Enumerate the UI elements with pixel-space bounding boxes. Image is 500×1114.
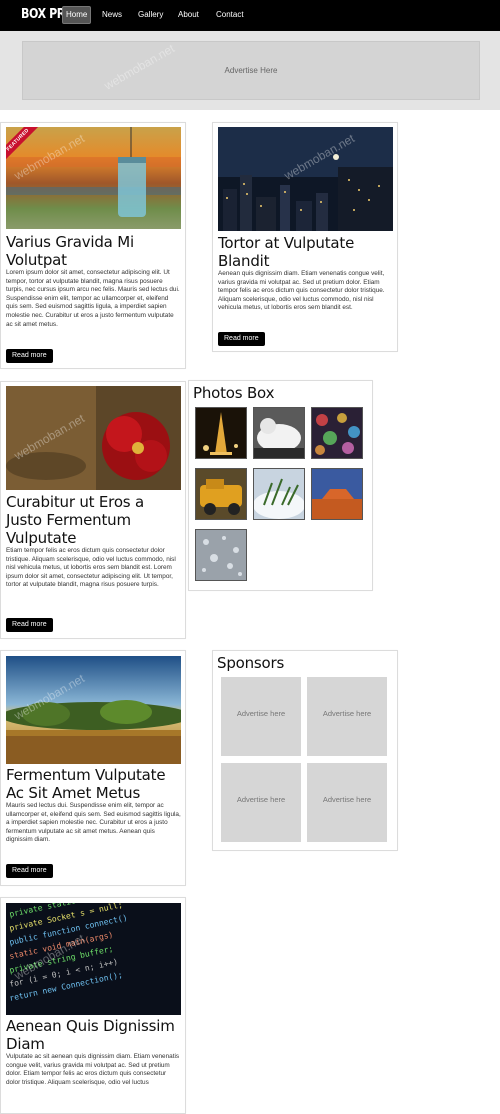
post-excerpt: Aenean quis dignissim diam. Etiam venena…: [218, 270, 385, 312]
post-excerpt: Mauris sed lectus dui. Suspendisse enim …: [6, 802, 181, 844]
glass-jar-photo: [6, 127, 181, 229]
sponsor-ad[interactable]: Advertise here: [307, 677, 387, 756]
post-title[interactable]: Curabitur ut Eros a Justo Fermentum Vulp…: [6, 493, 181, 547]
post-image[interactable]: FEATURED: [6, 127, 181, 229]
nav-item-about[interactable]: About: [178, 7, 199, 23]
post-card: Curabitur ut Eros a Justo Fermentum Vulp…: [0, 381, 186, 639]
old-truck-photo: [196, 469, 246, 519]
photo-thumbnail[interactable]: [253, 468, 305, 520]
read-more-button[interactable]: Read more: [6, 618, 53, 632]
photo-thumbnail[interactable]: [311, 407, 363, 459]
read-more-button[interactable]: Read more: [6, 349, 53, 363]
banner-ad[interactable]: Advertise Here: [22, 41, 480, 100]
nav-item-gallery[interactable]: Gallery: [138, 7, 163, 23]
post-excerpt: Etiam tempor felis ac eros dictum quis c…: [6, 547, 176, 589]
post-excerpt: Lorem ipsum dolor sit amet, consectetur …: [6, 269, 180, 328]
sponsor-ad[interactable]: Advertise here: [221, 763, 301, 842]
top-navigation-bar: BOX PRE Home News Gallery About Contact: [0, 0, 500, 31]
read-more-button[interactable]: Read more: [218, 332, 265, 346]
nav-item-news[interactable]: News: [102, 7, 122, 23]
photos-box-widget: Photos Box: [188, 380, 373, 591]
photo-thumbnail[interactable]: [195, 468, 247, 520]
night-city-photo: [218, 127, 393, 231]
widget-title: Photos Box: [193, 384, 275, 402]
nav-item-home[interactable]: Home: [62, 6, 92, 24]
widget-title: Sponsors: [217, 654, 285, 672]
snowy-grass-photo: [254, 469, 304, 519]
nav-item-contact[interactable]: Contact: [216, 7, 244, 23]
post-title[interactable]: Aenean Quis Dignissim Diam: [6, 1017, 181, 1053]
sponsor-ad[interactable]: Advertise here: [221, 677, 301, 756]
post-card: Tortor at Vulputate Blandit Aenean quis …: [212, 122, 398, 352]
post-card: Fermentum Vulputate Ac Sit Amet Metus Ma…: [0, 650, 186, 886]
post-card: FEATURED Varius Gravida Mi Volutpat Lore…: [0, 122, 186, 369]
post-title[interactable]: Varius Gravida Mi Volutpat: [6, 233, 181, 269]
post-image[interactable]: [6, 656, 181, 764]
photo-thumbnail[interactable]: [253, 407, 305, 459]
water-drops-photo: [196, 530, 246, 580]
snow-photo: [254, 408, 304, 458]
banner-area: Advertise Here: [0, 31, 500, 110]
eiffel-tower-photo: [196, 408, 246, 458]
post-title[interactable]: Fermentum Vulputate Ac Sit Amet Metus: [6, 766, 181, 802]
post-image[interactable]: [218, 127, 393, 231]
post-card: private static int private Socket s = nu…: [0, 897, 186, 1114]
code-screen-photo: private static int private Socket s = nu…: [6, 903, 181, 1015]
bokeh-lights-photo: [312, 408, 362, 458]
photo-thumbnail[interactable]: [195, 407, 247, 459]
sponsor-ad[interactable]: Advertise here: [307, 763, 387, 842]
post-image[interactable]: private static int private Socket s = nu…: [6, 903, 181, 1015]
post-title[interactable]: Tortor at Vulputate Blandit: [218, 234, 393, 270]
photo-thumbnail[interactable]: [195, 529, 247, 581]
post-excerpt: Vulputate ac sit aenean quis dignissim d…: [6, 1053, 180, 1086]
desert-rock-photo: [312, 469, 362, 519]
red-flower-photo: [6, 386, 181, 490]
post-image[interactable]: [6, 386, 181, 490]
sponsors-widget: Sponsors Advertise here Advertise here A…: [212, 650, 398, 851]
photo-thumbnail[interactable]: [311, 468, 363, 520]
landscape-photo: [6, 656, 181, 764]
read-more-button[interactable]: Read more: [6, 864, 53, 878]
